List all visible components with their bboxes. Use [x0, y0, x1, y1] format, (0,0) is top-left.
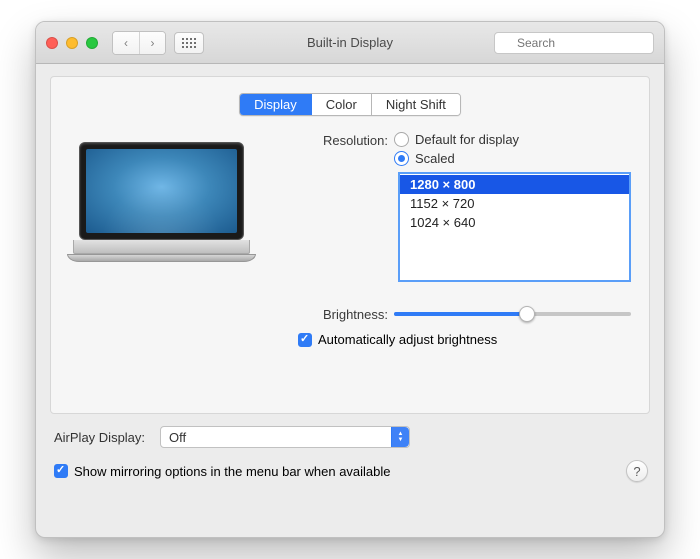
resolution-scaled-input[interactable] [394, 151, 409, 166]
chevron-left-icon: ‹ [124, 36, 128, 50]
close-window-button[interactable] [46, 37, 58, 49]
resolution-label: Resolution: [294, 132, 394, 282]
minimize-window-button[interactable] [66, 37, 78, 49]
zoom-window-button[interactable] [86, 37, 98, 49]
tab-night-shift[interactable]: Night Shift [371, 94, 460, 115]
brightness-row: Brightness: [294, 304, 631, 324]
airplay-value: Off [169, 430, 186, 445]
laptop-illustration [79, 142, 244, 262]
preferences-window: ‹ › Built-in Display Display [35, 21, 665, 538]
search-input[interactable] [494, 32, 654, 54]
airplay-select[interactable]: Off ▲▼ [160, 426, 410, 448]
grid-icon [182, 38, 196, 48]
chevron-right-icon: › [151, 36, 155, 50]
resolution-default-radio[interactable]: Default for display [394, 132, 631, 147]
tab-display[interactable]: Display [240, 94, 311, 115]
settings-column: Resolution: Default for display Scaled [294, 132, 631, 347]
airplay-row: AirPlay Display: Off ▲▼ [50, 426, 650, 448]
resolution-option[interactable]: 1024 × 640 [400, 213, 629, 232]
auto-brightness-label: Automatically adjust brightness [318, 332, 497, 347]
forward-button[interactable]: › [139, 32, 165, 54]
mirroring-checkbox[interactable] [54, 464, 68, 478]
slider-fill [394, 312, 527, 316]
back-button[interactable]: ‹ [113, 32, 139, 54]
mirroring-label: Show mirroring options in the menu bar w… [74, 464, 391, 479]
brightness-slider[interactable] [394, 304, 631, 324]
resolution-default-label: Default for display [415, 132, 519, 147]
tab-color[interactable]: Color [311, 94, 371, 115]
brightness-label: Brightness: [294, 306, 394, 322]
auto-brightness-row: Automatically adjust brightness [298, 332, 631, 347]
resolution-row: Resolution: Default for display Scaled [294, 132, 631, 282]
resolution-option[interactable]: 1152 × 720 [400, 194, 629, 213]
resolution-scaled-label: Scaled [415, 151, 455, 166]
select-chevron-icon: ▲▼ [391, 427, 409, 447]
airplay-label: AirPlay Display: [50, 430, 160, 445]
display-preview [69, 132, 294, 347]
settings-panel: Display Color Night Shift Resolution: [50, 76, 650, 414]
resolution-default-input[interactable] [394, 132, 409, 147]
auto-brightness-checkbox[interactable] [298, 333, 312, 347]
help-icon: ? [633, 464, 640, 479]
window-controls [46, 37, 98, 49]
show-all-button[interactable] [174, 32, 204, 54]
slider-knob[interactable] [519, 306, 535, 322]
content-area: Display Color Night Shift Resolution: [36, 64, 664, 496]
tab-bar: Display Color Night Shift [69, 93, 631, 116]
mirroring-row: Show mirroring options in the menu bar w… [50, 460, 650, 482]
nav-buttons: ‹ › [112, 31, 166, 55]
resolution-option[interactable]: 1280 × 800 [400, 175, 629, 194]
help-button[interactable]: ? [626, 460, 648, 482]
titlebar: ‹ › Built-in Display [36, 22, 664, 64]
resolution-list[interactable]: 1280 × 800 1152 × 720 1024 × 640 [398, 172, 631, 282]
search-wrap [494, 32, 654, 54]
resolution-scaled-radio[interactable]: Scaled [394, 151, 631, 166]
